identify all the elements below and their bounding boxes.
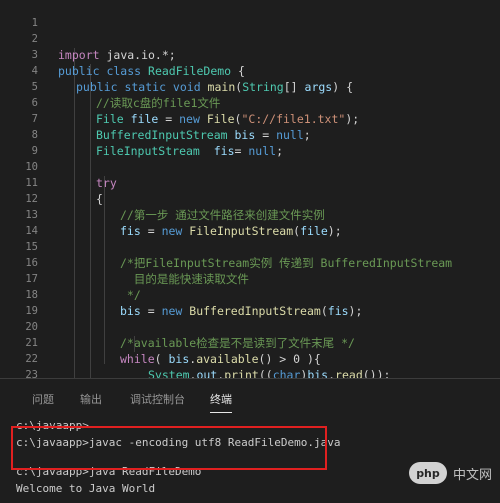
code-line: 1 bbox=[0, 0, 500, 29]
code-line: 11 { bbox=[0, 159, 500, 206]
code-line: 19 bbox=[0, 287, 500, 317]
code-line: 21 while( bis.available() > 0 ){ bbox=[0, 319, 500, 366]
code-line: 15 /*把FileInputStream实例 传递到 BufferedInpu… bbox=[0, 223, 500, 270]
tab-problems[interactable]: 问题 bbox=[32, 391, 54, 407]
tab-output[interactable]: 输出 bbox=[80, 391, 102, 407]
code-line: 2 import java.io.*; bbox=[0, 15, 500, 62]
code-line: 6 File file = new File("C://file1.txt"); bbox=[0, 79, 500, 126]
code-line: 7 BufferedInputStream bis = null; bbox=[0, 95, 500, 142]
terminal-line: Welcome to Java World bbox=[16, 482, 156, 495]
terminal-line: c:\javaapp>javac -encoding utf8 ReadFile… bbox=[16, 436, 341, 449]
code-line: 10 try bbox=[0, 143, 500, 190]
terminal-line: c:\javaapp>java ReadFileDemo bbox=[16, 465, 202, 478]
code-line: 24 bbox=[0, 367, 500, 378]
code-line: 23 } bbox=[0, 351, 500, 378]
code-line: 20 /*available检查是不是读到了文件末尾 */ bbox=[0, 303, 500, 350]
code-line: 18 bis = new BufferedInputStream(fis); bbox=[0, 271, 500, 318]
code-line: 5 //读取c盘的file1文件 bbox=[0, 63, 500, 110]
code-line: 17 */ bbox=[0, 255, 500, 302]
code-line: 14 bbox=[0, 207, 500, 237]
code-line: 22 System.out.print((char)bis.read()); bbox=[0, 335, 500, 378]
php-logo: php bbox=[408, 462, 447, 484]
code-editor[interactable]: 1 2 import java.io.*; 3 public class Rea… bbox=[0, 0, 500, 378]
code-line: 8 FileInputStream fis= null; bbox=[0, 111, 500, 158]
code-line: 13 fis = new FileInputStream(file); bbox=[0, 191, 500, 238]
code-line: 4 public static void main(String[] args)… bbox=[0, 47, 500, 94]
terminal-output[interactable]: c:\javaapp> c:\javaapp>javac -encoding u… bbox=[0, 415, 500, 503]
code-line: 16 目的是能快速读取文件 bbox=[0, 239, 500, 286]
tab-terminal[interactable]: 终端 bbox=[210, 391, 232, 413]
terminal-line: c:\javaapp> bbox=[16, 419, 89, 432]
watermark-text: 中文网 bbox=[452, 467, 492, 483]
code-line: 9 bbox=[0, 127, 500, 157]
tab-debug-console[interactable]: 调试控制台 bbox=[130, 391, 185, 407]
panel-tab-bar: 问题 输出 调试控制台 终端 bbox=[0, 379, 500, 415]
watermark: php 中文网 bbox=[408, 462, 492, 484]
code-line: 12 //第一步 通过文件路径来创建文件实例 bbox=[0, 175, 500, 222]
code-line: 3 public class ReadFileDemo { bbox=[0, 31, 500, 78]
